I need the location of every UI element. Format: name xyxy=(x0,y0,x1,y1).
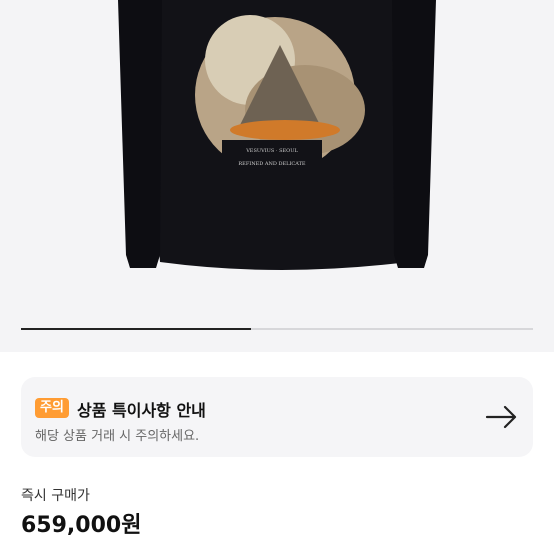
product-image-area[interactable]: VESUVIUS · SEOUL REFINED AND DELICATE xyxy=(0,0,554,352)
notice-title: 상품 특이사항 안내 xyxy=(77,401,206,420)
price-label: 즉시 구매가 xyxy=(21,488,90,504)
product-image: VESUVIUS · SEOUL REFINED AND DELICATE xyxy=(118,0,436,270)
image-carousel-progress xyxy=(21,328,533,330)
price-value: 659,000원 xyxy=(21,513,142,538)
svg-text:VESUVIUS · SEOUL: VESUVIUS · SEOUL xyxy=(245,148,298,154)
product-notice-card[interactable]: 주의 상품 특이사항 안내 해당 상품 거래 시 주의하세요. xyxy=(21,377,533,457)
caution-badge: 주의 xyxy=(35,398,69,418)
image-carousel-progress-fill xyxy=(21,328,252,330)
notice-subtitle: 해당 상품 거래 시 주의하세요. xyxy=(35,429,200,444)
arrow-right-icon[interactable] xyxy=(485,403,519,431)
svg-text:REFINED AND DELICATE: REFINED AND DELICATE xyxy=(238,161,306,167)
